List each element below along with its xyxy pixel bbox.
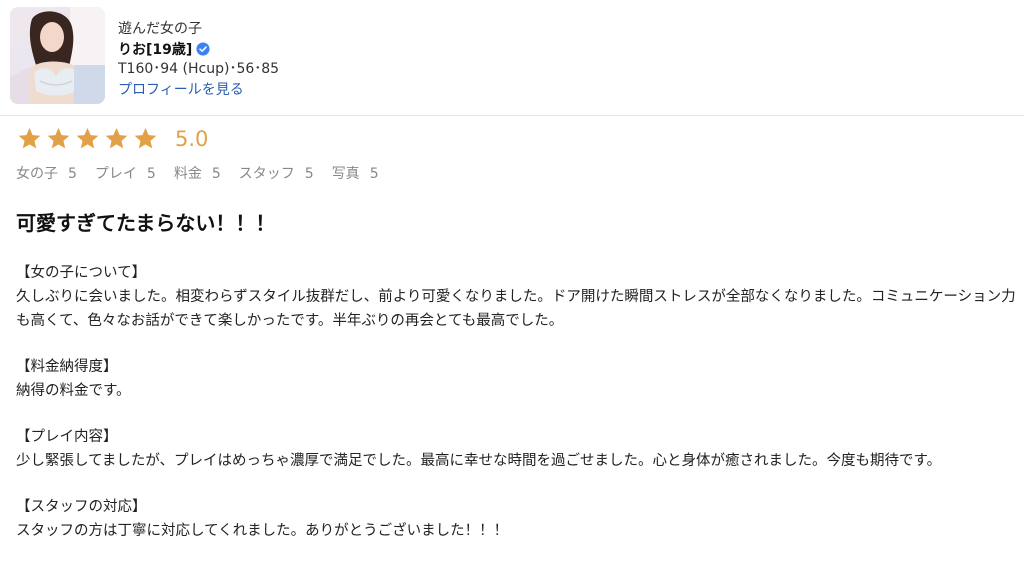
section-heading: 【料金納得度】 (16, 359, 118, 375)
sub-scores: 女の子 5 プレイ 5 料金 5 スタッフ 5 写真 5 (16, 163, 397, 183)
view-profile-link[interactable]: プロフィールを見る (118, 81, 244, 99)
review-section-play: 【プレイ内容】 少し緊張してましたが、プレイはめっちゃ濃厚で満足でした。最高に幸… (16, 425, 1016, 473)
subscore-play: プレイ 5 (95, 163, 156, 183)
avatar-image (10, 7, 105, 104)
verified-check-icon (196, 42, 210, 56)
review-title: 可愛すぎてたまらない！！！ (16, 211, 276, 235)
girl-info: 遊んだ女の子 りお[19歳] T160･94 (Hcup)･56･85 プロフィ… (118, 20, 279, 99)
subscore-label: 女の子 (16, 166, 58, 182)
review-section-girl: 【女の子について】 久しぶりに会いました。相変わらずスタイル抜群だし、前より可愛… (16, 261, 1016, 333)
subscore-value: 5 (211, 166, 221, 182)
review-section-price: 【料金納得度】 納得の料金です。 (16, 355, 1016, 403)
subscore-label: 写真 (331, 166, 360, 182)
star-icon (47, 127, 70, 149)
review-section-staff: 【スタッフの対応】 スタッフの方は丁寧に対応してくれました。ありがとうございまし… (16, 495, 1016, 543)
review-body: 【女の子について】 久しぶりに会いました。相変わらずスタイル抜群だし、前より可愛… (16, 261, 1016, 565)
section-text: 少し緊張してましたが、プレイはめっちゃ濃厚で満足でした。最高に幸せな時間を過ごせ… (16, 453, 942, 469)
section-heading: 【プレイ内容】 (16, 429, 118, 445)
overall-rating: 5.0 (16, 126, 208, 152)
reviewed-girl-header: 遊んだ女の子 りお[19歳] T160･94 (Hcup)･56･85 プロフィ… (0, 0, 1024, 114)
subscore-label: プレイ (94, 166, 137, 182)
section-heading: 【スタッフの対応】 (16, 499, 147, 515)
section-text: 納得の料金です。 (16, 383, 131, 399)
star-icon (18, 127, 41, 149)
girl-avatar-photo[interactable] (10, 7, 105, 104)
section-text: スタッフの方は丁寧に対応してくれました。ありがとうございました！！！ (16, 523, 509, 539)
subscore-value: 5 (369, 166, 379, 182)
subscore-girl: 女の子 5 (16, 163, 77, 183)
star-icon (105, 127, 128, 149)
subscore-staff: スタッフ 5 (239, 163, 314, 183)
star-icon (134, 127, 157, 149)
star-icon (76, 127, 99, 149)
name-row: りお[19歳] (118, 39, 279, 59)
girl-name: りお[19歳] (118, 42, 193, 58)
rating-score: 5.0 (175, 127, 209, 151)
section-heading: 【女の子について】 (16, 265, 147, 281)
section-text: 久しぶりに会いました。相変わらずスタイル抜群だし、前より可愛くなりました。ドア開… (16, 289, 1016, 329)
played-girl-label: 遊んだ女の子 (118, 21, 202, 37)
subscore-label: 料金 (173, 166, 202, 182)
subscore-value: 5 (68, 166, 77, 182)
subscore-label: スタッフ (238, 166, 295, 182)
body-measurements: T160･94 (Hcup)･56･85 (118, 61, 280, 77)
subscore-value: 5 (146, 166, 156, 182)
subscore-value: 5 (304, 166, 314, 182)
subscore-price: 料金 5 (174, 163, 221, 183)
subscore-photo: 写真 5 (332, 163, 379, 183)
header-divider (0, 115, 1024, 116)
